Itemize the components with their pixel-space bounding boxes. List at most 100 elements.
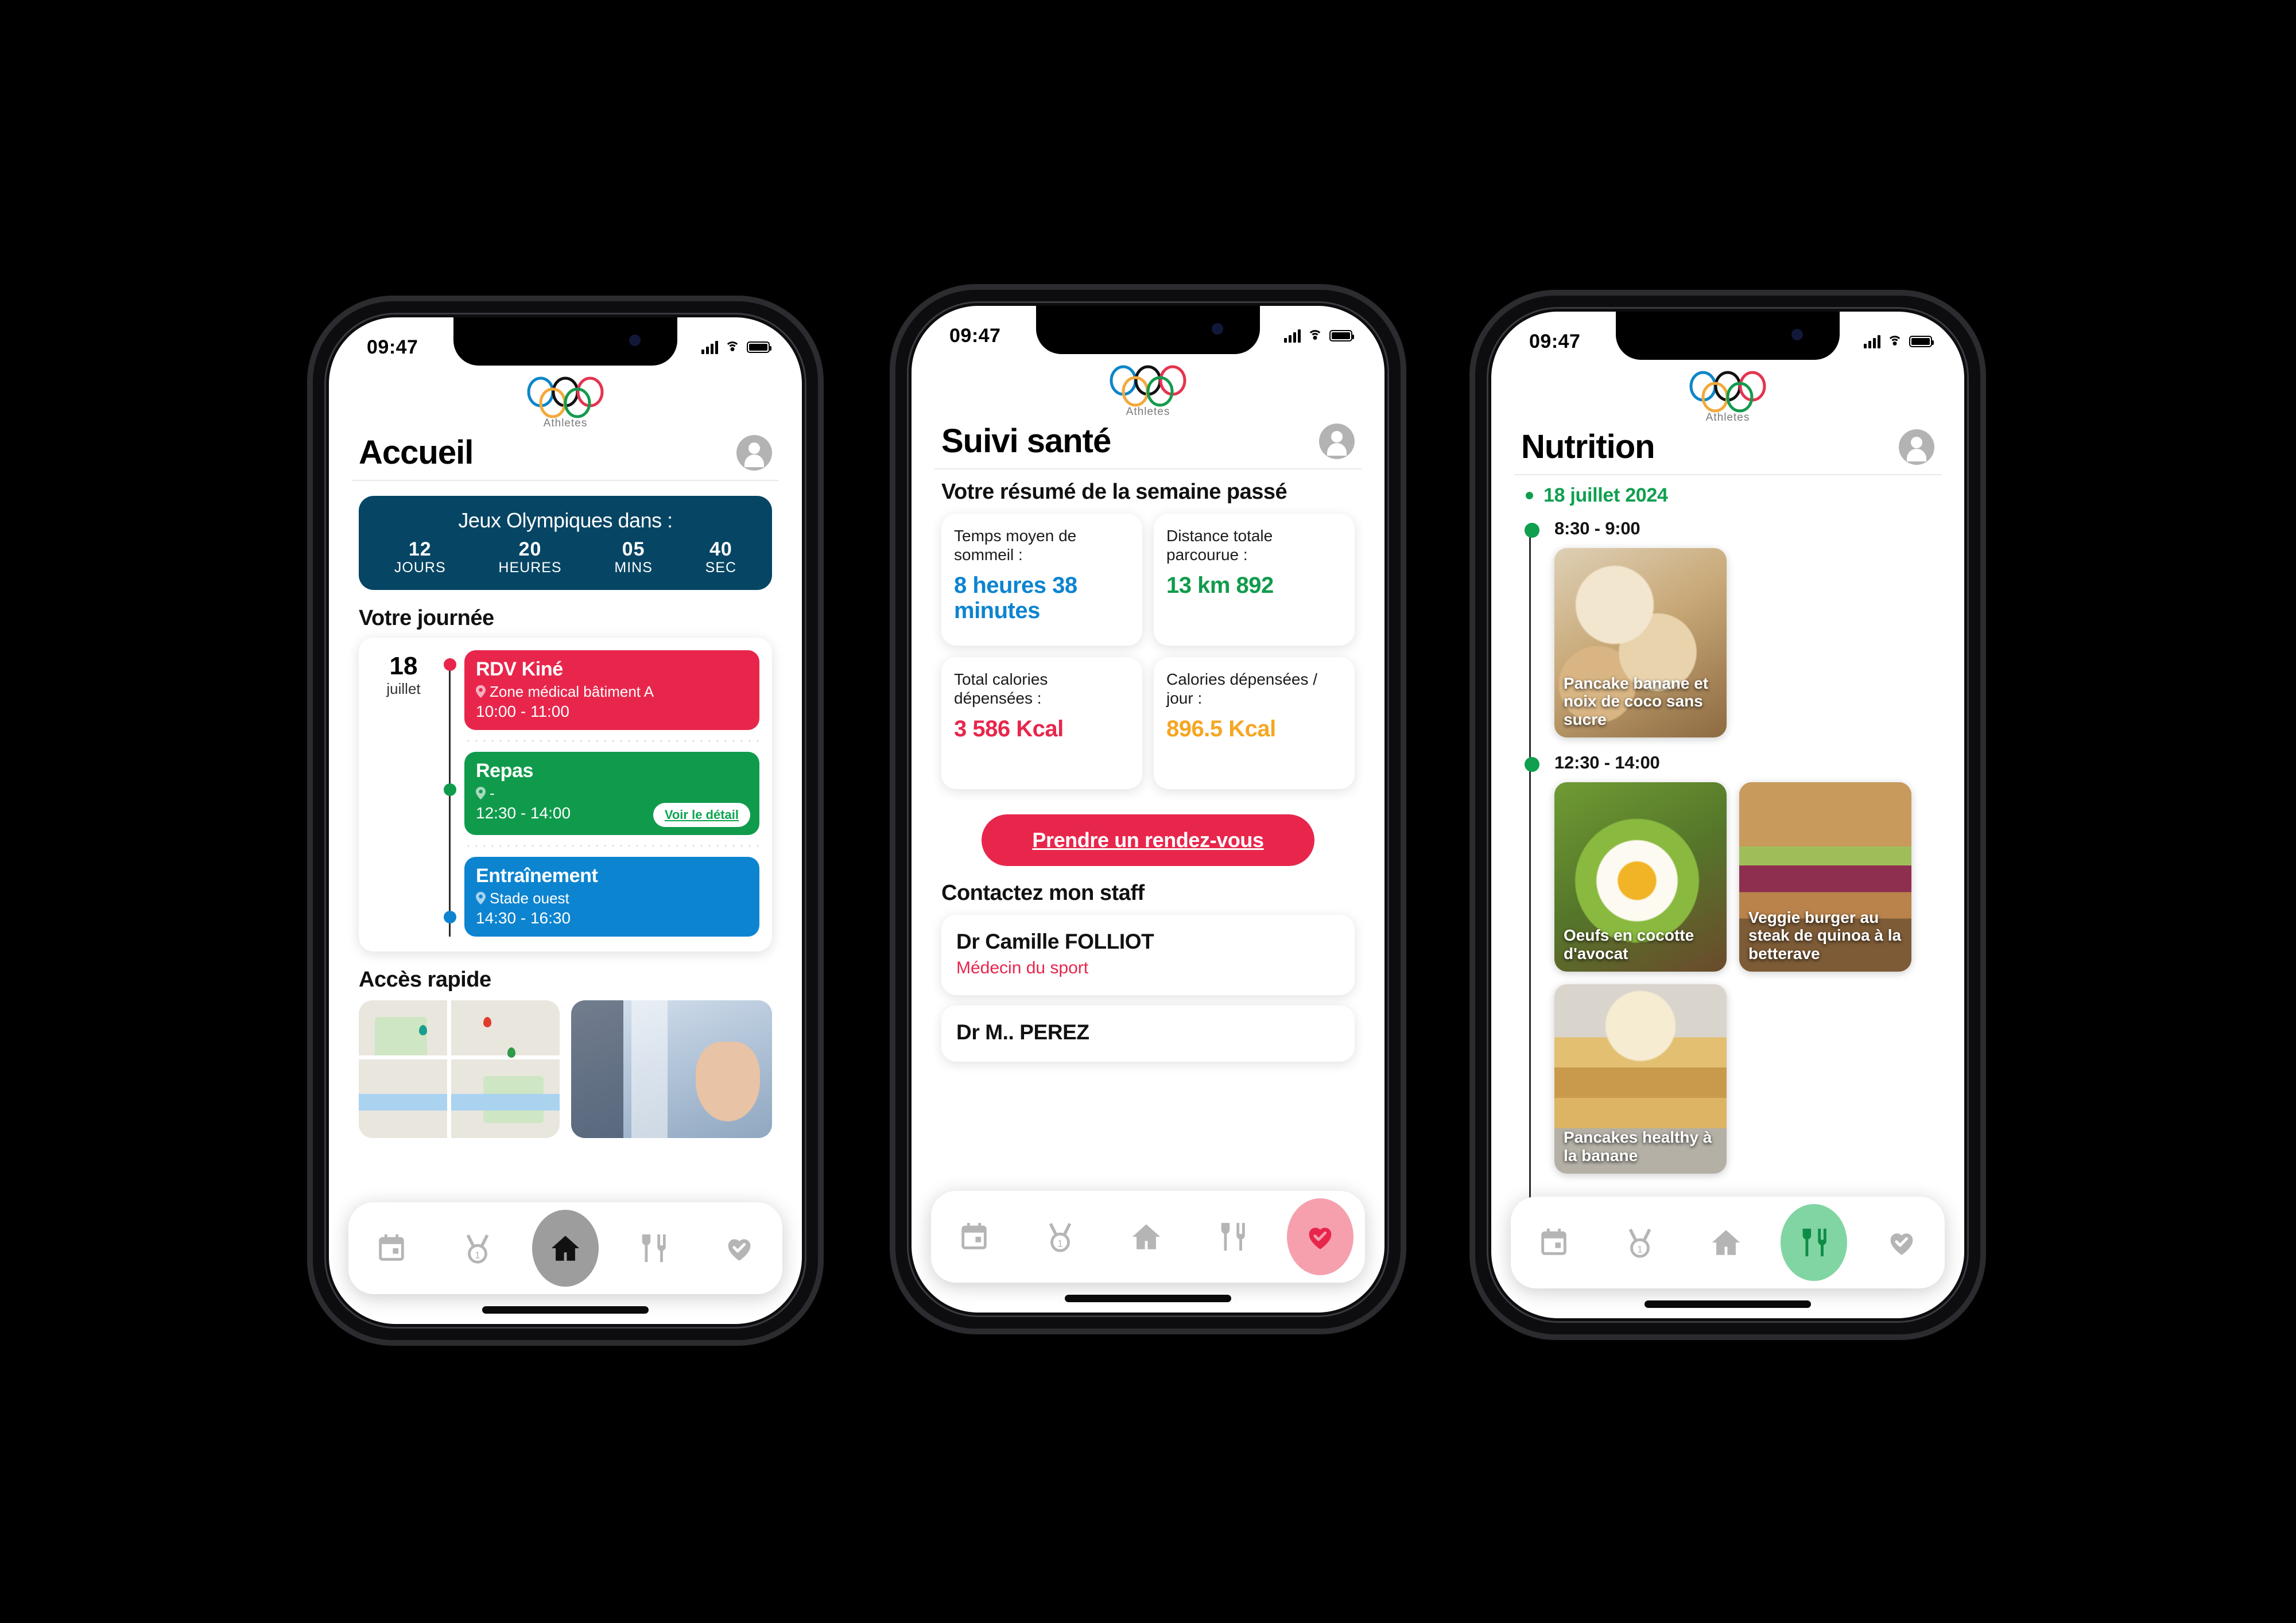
nav-item-home[interactable] bbox=[1115, 1198, 1178, 1275]
battery-icon bbox=[1329, 330, 1354, 341]
event-card[interactable]: Repas - 12:30 - 14:00 Voir le détail bbox=[464, 751, 759, 835]
event-time: 10:00 - 11:00 bbox=[476, 702, 569, 720]
day-month: juillet bbox=[386, 680, 421, 697]
nav-item-health[interactable] bbox=[708, 1210, 771, 1287]
cutlery-icon bbox=[1221, 1222, 1245, 1251]
app-logo: Athletes bbox=[352, 376, 779, 430]
wifi-icon bbox=[1887, 336, 1902, 347]
event-card[interactable]: RDV Kiné Zone médical bâtiment A 10:00 -… bbox=[464, 650, 759, 730]
slot-time: 8:30 - 9:00 bbox=[1554, 518, 1640, 538]
status-time: 09:47 bbox=[367, 336, 418, 358]
nav-item-home[interactable] bbox=[532, 1210, 599, 1287]
countdown-hours: 20 HEURES bbox=[498, 539, 561, 575]
nav-item-calendar[interactable] bbox=[1522, 1204, 1585, 1281]
countdown-secs: 40 SEC bbox=[705, 539, 736, 575]
event-location-text: - bbox=[490, 784, 495, 802]
home-indicator bbox=[482, 1306, 649, 1314]
bottom-nav: 1 bbox=[1511, 1197, 1945, 1288]
event-location: Zone médical bâtiment A bbox=[476, 683, 748, 701]
nav-item-medal[interactable]: 1 bbox=[1029, 1198, 1092, 1275]
svg-text:1: 1 bbox=[475, 1250, 480, 1261]
nav-item-medal[interactable]: 1 bbox=[446, 1210, 509, 1287]
meal-card[interactable]: Pancake banane et noix de coco sans sucr… bbox=[1554, 548, 1727, 737]
logo-subtitle: Athletes bbox=[543, 417, 588, 429]
pin-icon bbox=[476, 685, 486, 698]
meal-card[interactable]: Veggie burger au steak de quinoa à la be… bbox=[1739, 782, 1911, 972]
status-indicators bbox=[701, 340, 771, 354]
app-logo: Athletes bbox=[934, 364, 1362, 418]
logo-subtitle: Athletes bbox=[1126, 406, 1170, 418]
nav-item-calendar[interactable] bbox=[360, 1210, 423, 1287]
nutrition-content: Athletes Nutrition 18 juillet 2024 8:30 … bbox=[1491, 312, 1964, 1318]
timeline-dot bbox=[1525, 757, 1539, 772]
health-content: Athletes Suivi santé Votre résumé de la … bbox=[912, 306, 1384, 1313]
nav-item-health[interactable] bbox=[1870, 1204, 1933, 1281]
staff-name: Dr M.. PEREZ bbox=[956, 1020, 1089, 1044]
home-content: Athletes Accueil Jeux Olympiques dans : … bbox=[329, 317, 802, 1324]
nav-item-nutrition[interactable] bbox=[1201, 1198, 1264, 1275]
avatar[interactable] bbox=[1319, 423, 1355, 459]
event-card[interactable]: Entraînement Stade ouest 14:30 - 16:30 bbox=[464, 856, 759, 937]
medal-icon: 1 bbox=[1049, 1222, 1072, 1252]
page-title: Suivi santé bbox=[941, 422, 1111, 460]
book-appointment-button[interactable]: Prendre un rendez-vous bbox=[982, 814, 1314, 866]
staff-name: Dr Camille FOLLIOT bbox=[956, 929, 1154, 953]
timeline-line bbox=[449, 658, 451, 937]
event-time: 14:30 - 16:30 bbox=[476, 908, 571, 927]
phone-nutrition: 09:47 Athletes Nutrition 18 juillet 2024… bbox=[1475, 296, 1980, 1334]
quick-access-clinic-card[interactable] bbox=[571, 1000, 772, 1138]
stat-value: 3 586 Kcal bbox=[954, 716, 1064, 741]
staff-card[interactable]: Dr Camille FOLLIOT Médecin du sport bbox=[941, 914, 1355, 995]
nav-item-nutrition[interactable] bbox=[622, 1210, 685, 1287]
nav-item-medal[interactable]: 1 bbox=[1608, 1204, 1671, 1281]
calendar-icon bbox=[379, 1234, 404, 1261]
countdown-secs-label: SEC bbox=[705, 559, 737, 576]
countdown-mins-value: 05 bbox=[622, 538, 645, 560]
event-location-text: Zone médical bâtiment A bbox=[490, 682, 654, 700]
quick-section-title: Accès rapide bbox=[359, 967, 491, 992]
countdown-title: Jeux Olympiques dans : bbox=[458, 508, 673, 532]
nav-item-nutrition[interactable] bbox=[1781, 1204, 1847, 1281]
summary-title: Votre résumé de la semaine passé bbox=[941, 480, 1287, 504]
nav-item-home[interactable] bbox=[1694, 1204, 1758, 1281]
staff-card[interactable]: Dr M.. PEREZ bbox=[941, 1005, 1355, 1062]
meal-card[interactable]: Oeufs en cocotte d'avocat bbox=[1554, 782, 1727, 972]
olympic-rings-icon bbox=[1689, 371, 1766, 413]
meal-card[interactable]: Pancakes healthy à la banane bbox=[1554, 984, 1727, 1174]
home-icon bbox=[1712, 1230, 1740, 1255]
meal-name: Pancake banane et noix de coco sans sucr… bbox=[1564, 674, 1709, 728]
medal-icon: 1 bbox=[466, 1234, 489, 1264]
day-section-title: Votre journée bbox=[359, 605, 494, 630]
svg-text:1: 1 bbox=[1057, 1238, 1062, 1249]
event-location-text: Stade ouest bbox=[490, 889, 569, 907]
phone-home-screen: 09:47 Athletes Accueil Jeux Olympiques d… bbox=[329, 317, 802, 1324]
screenshot-stage: 09:47 Athletes Accueil Jeux Olympiques d… bbox=[0, 0, 2296, 1623]
meal-name: Pancakes healthy à la banane bbox=[1564, 1128, 1712, 1164]
stat-value: 896.5 Kcal bbox=[1166, 716, 1276, 741]
status-indicators bbox=[1864, 335, 1934, 348]
meal-row: Pancake banane et noix de coco sans sucr… bbox=[1554, 548, 1941, 737]
olympic-rings-icon bbox=[527, 376, 604, 418]
nav-item-calendar[interactable] bbox=[943, 1198, 1006, 1275]
nav-item-health[interactable] bbox=[1287, 1198, 1353, 1275]
see-detail-button[interactable]: Voir le détail bbox=[653, 802, 750, 827]
event-title: Entraînement bbox=[476, 864, 598, 887]
staff-section-title: Contactez mon staff bbox=[941, 880, 1145, 905]
battery-icon bbox=[747, 341, 771, 353]
avatar[interactable] bbox=[736, 434, 772, 471]
page-header: Accueil bbox=[352, 430, 779, 481]
status-bar: 09:47 bbox=[912, 306, 1384, 355]
countdown-mins-label: MINS bbox=[614, 559, 653, 576]
status-bar: 09:47 bbox=[1491, 312, 1964, 361]
wifi-icon bbox=[725, 341, 740, 353]
quick-access-map-card[interactable] bbox=[359, 1000, 560, 1138]
stat-card-daily-calories: Calories dépensées / jour : 896.5 Kcal bbox=[1154, 657, 1355, 789]
event-list: RDV Kiné Zone médical bâtiment A 10:00 -… bbox=[464, 650, 759, 937]
avatar[interactable] bbox=[1899, 429, 1934, 465]
phone-health-screen: 09:47 Athletes Suivi santé Votre résumé … bbox=[912, 306, 1384, 1313]
meal-row: Oeufs en cocotte d'avocat Veggie burger … bbox=[1554, 782, 1941, 1174]
map-thumbnail bbox=[359, 1000, 560, 1138]
meal-name: Veggie burger au steak de quinoa à la be… bbox=[1748, 908, 1902, 962]
slot-time: 12:30 - 14:00 bbox=[1554, 752, 1660, 772]
event-title: Repas bbox=[476, 759, 534, 782]
